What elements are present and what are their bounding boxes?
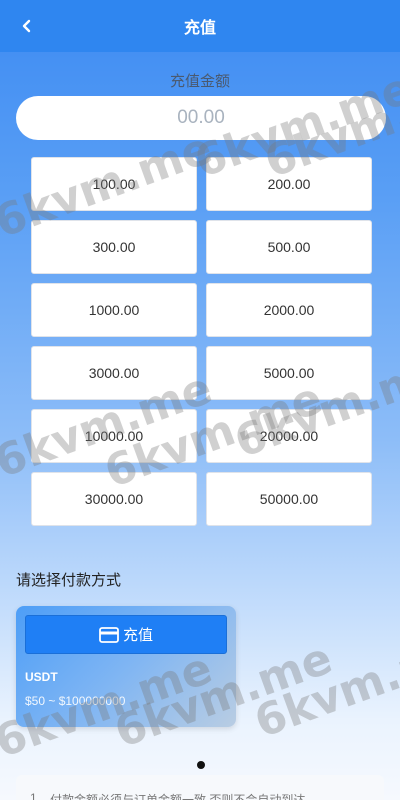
amount-option-button[interactable]: 200.00 bbox=[206, 157, 372, 211]
amount-option-button[interactable]: 50000.00 bbox=[206, 472, 372, 526]
header-bar: 充值 bbox=[0, 0, 400, 52]
carousel-indicator[interactable] bbox=[197, 761, 205, 769]
amount-option-button[interactable]: 10000.00 bbox=[31, 409, 197, 463]
amount-option-button[interactable]: 500.00 bbox=[206, 220, 372, 274]
payment-method-card[interactable]: 充值 USDT $50 ~ $100000000 bbox=[16, 606, 236, 727]
amount-option-button[interactable]: 30000.00 bbox=[31, 472, 197, 526]
amount-option-button[interactable]: 2000.00 bbox=[206, 283, 372, 337]
amount-option-button[interactable]: 20000.00 bbox=[206, 409, 372, 463]
back-button[interactable] bbox=[14, 13, 40, 39]
payment-method-label: 请选择付款方式 bbox=[16, 572, 122, 589]
notice-text: 付款金额必须与订单金额一致,否则不会自动到达 bbox=[50, 793, 306, 800]
recharge-button-label: 充值 bbox=[122, 627, 153, 644]
recharge-button[interactable]: 充值 bbox=[25, 615, 227, 654]
page-title: 充值 bbox=[183, 20, 216, 37]
amount-option-button[interactable]: 5000.00 bbox=[206, 346, 372, 400]
amount-option-button[interactable]: 3000.00 bbox=[31, 346, 197, 400]
amount-option-button[interactable]: 1000.00 bbox=[31, 283, 197, 337]
amount-option-button[interactable]: 100.00 bbox=[31, 157, 197, 211]
notice-box: 1. 付款金额必须与订单金额一致,否则不会自动到达 bbox=[16, 775, 384, 800]
payment-method-name: USDT bbox=[25, 670, 58, 684]
notice-number: 1. bbox=[30, 791, 41, 800]
payment-range: $50 ~ $100000000 bbox=[25, 694, 126, 708]
chevron-left-icon bbox=[22, 19, 31, 33]
amount-input[interactable] bbox=[16, 96, 386, 140]
preset-amount-grid: 100.00 200.00 300.00 500.00 1000.00 2000… bbox=[31, 157, 372, 526]
amount-label: 充值金额 bbox=[169, 73, 230, 90]
watermark: 6kvm.me bbox=[248, 622, 400, 749]
amount-option-button[interactable]: 300.00 bbox=[31, 220, 197, 274]
credit-card-icon bbox=[99, 626, 119, 643]
